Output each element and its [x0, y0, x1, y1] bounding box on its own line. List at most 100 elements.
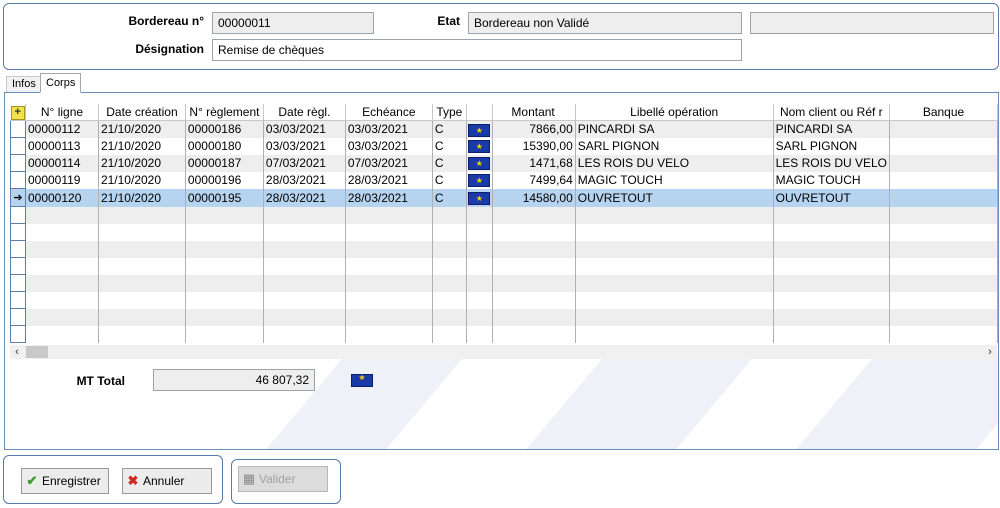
horizontal-scrollbar[interactable]: ‹ ›	[10, 345, 997, 359]
cell-numero-ligne[interactable]: 00000120	[25, 188, 99, 207]
cell-echeance[interactable]: 28/03/2021	[345, 171, 433, 189]
empty-cell[interactable]	[345, 325, 433, 343]
empty-cell[interactable]	[492, 325, 576, 343]
empty-cell[interactable]	[432, 206, 467, 224]
etat-field[interactable]: Bordereau non Validé	[468, 12, 742, 34]
cell-numero-reglement[interactable]: 00000196	[185, 171, 264, 189]
empty-cell[interactable]	[185, 257, 264, 275]
cell-date-creation[interactable]: 21/10/2020	[98, 154, 186, 172]
empty-cell[interactable]	[575, 291, 774, 309]
scrollbar-thumb[interactable]	[26, 346, 48, 358]
empty-cell[interactable]	[98, 257, 186, 275]
empty-cell[interactable]	[492, 240, 576, 258]
empty-cell[interactable]	[466, 206, 493, 224]
row-header[interactable]	[10, 137, 26, 155]
save-button[interactable]: ✔ Enregistrer	[21, 468, 109, 494]
cell-devise[interactable]	[466, 120, 493, 138]
cell-devise[interactable]	[466, 188, 493, 207]
cell-date-creation[interactable]: 21/10/2020	[98, 137, 186, 155]
table-row[interactable]: 00000113 21/10/2020 00000180 03/03/2021 03/0…	[10, 137, 998, 155]
bordereau-number-field[interactable]: 00000011	[212, 12, 374, 34]
empty-cell[interactable]	[432, 325, 467, 343]
empty-cell[interactable]	[466, 291, 493, 309]
cell-date-creation[interactable]: 21/10/2020	[98, 120, 186, 138]
empty-cell[interactable]	[185, 223, 264, 241]
cell-date-reglement[interactable]: 07/03/2021	[263, 154, 346, 172]
empty-cell[interactable]	[25, 291, 99, 309]
empty-cell[interactable]	[889, 325, 998, 343]
empty-row[interactable]	[10, 257, 998, 275]
row-header[interactable]	[10, 325, 26, 343]
empty-cell[interactable]	[575, 206, 774, 224]
cell-date-reglement[interactable]: 03/03/2021	[263, 120, 346, 138]
empty-cell[interactable]	[575, 308, 774, 326]
empty-row[interactable]	[10, 223, 998, 241]
col-header-echeance[interactable]: Echéance	[345, 104, 433, 121]
cell-nom-client[interactable]: PINCARDI SA	[773, 120, 891, 138]
cell-date-creation[interactable]: 21/10/2020	[98, 188, 186, 207]
empty-cell[interactable]	[98, 206, 186, 224]
cell-nom-client[interactable]: MAGIC TOUCH	[773, 171, 891, 189]
cell-echeance[interactable]: 03/03/2021	[345, 137, 433, 155]
cell-numero-reglement[interactable]: 00000195	[185, 188, 264, 207]
cell-nom-client[interactable]: SARL PIGNON	[773, 137, 891, 155]
empty-cell[interactable]	[773, 274, 891, 292]
empty-cell[interactable]	[575, 274, 774, 292]
cell-devise[interactable]	[466, 137, 493, 155]
empty-cell[interactable]	[466, 274, 493, 292]
row-header[interactable]	[10, 223, 26, 241]
empty-cell[interactable]	[889, 291, 998, 309]
empty-cell[interactable]	[185, 308, 264, 326]
cell-banque[interactable]	[889, 120, 998, 138]
scroll-right-icon[interactable]: ›	[983, 345, 997, 359]
empty-cell[interactable]	[432, 291, 467, 309]
empty-row[interactable]	[10, 240, 998, 258]
cell-montant[interactable]: 15390,00	[492, 137, 576, 155]
empty-cell[interactable]	[889, 223, 998, 241]
tab-infos[interactable]: Infos	[6, 76, 42, 92]
col-header-type[interactable]: Type	[432, 104, 467, 121]
empty-cell[interactable]	[466, 257, 493, 275]
cell-numero-ligne[interactable]: 00000112	[25, 120, 99, 138]
empty-cell[interactable]	[263, 325, 346, 343]
cell-nom-client[interactable]: OUVRETOUT	[773, 188, 891, 207]
empty-cell[interactable]	[773, 325, 891, 343]
cell-banque[interactable]	[889, 171, 998, 189]
empty-cell[interactable]	[889, 274, 998, 292]
empty-cell[interactable]	[98, 274, 186, 292]
cell-type[interactable]: C	[432, 154, 467, 172]
row-header[interactable]	[10, 206, 26, 224]
empty-cell[interactable]	[575, 240, 774, 258]
cell-libelle[interactable]: SARL PIGNON	[575, 137, 774, 155]
tab-corps[interactable]: Corps	[40, 73, 82, 93]
row-header[interactable]	[10, 154, 26, 172]
empty-cell[interactable]	[25, 223, 99, 241]
empty-cell[interactable]	[25, 325, 99, 343]
cell-montant[interactable]: 7499,64	[492, 171, 576, 189]
empty-cell[interactable]	[263, 223, 346, 241]
empty-cell[interactable]	[773, 206, 891, 224]
empty-cell[interactable]	[492, 308, 576, 326]
empty-cell[interactable]	[25, 206, 99, 224]
empty-cell[interactable]	[575, 257, 774, 275]
empty-cell[interactable]	[492, 274, 576, 292]
row-header[interactable]	[10, 291, 26, 309]
empty-cell[interactable]	[185, 240, 264, 258]
scroll-left-icon[interactable]: ‹	[10, 345, 24, 359]
empty-cell[interactable]	[466, 240, 493, 258]
cell-numero-reglement[interactable]: 00000187	[185, 154, 264, 172]
empty-cell[interactable]	[263, 308, 346, 326]
row-header[interactable]: ➔	[10, 188, 26, 207]
cell-libelle[interactable]: MAGIC TOUCH	[575, 171, 774, 189]
empty-cell[interactable]	[889, 240, 998, 258]
cell-libelle[interactable]: LES ROIS DU VELO	[575, 154, 774, 172]
cell-type[interactable]: C	[432, 188, 467, 207]
empty-cell[interactable]	[575, 325, 774, 343]
cell-montant[interactable]: 7866,00	[492, 120, 576, 138]
cell-type[interactable]: C	[432, 137, 467, 155]
empty-cell[interactable]	[773, 223, 891, 241]
cell-echeance[interactable]: 03/03/2021	[345, 120, 433, 138]
empty-cell[interactable]	[98, 291, 186, 309]
empty-cell[interactable]	[25, 240, 99, 258]
designation-field[interactable]: Remise de chèques	[212, 39, 742, 61]
